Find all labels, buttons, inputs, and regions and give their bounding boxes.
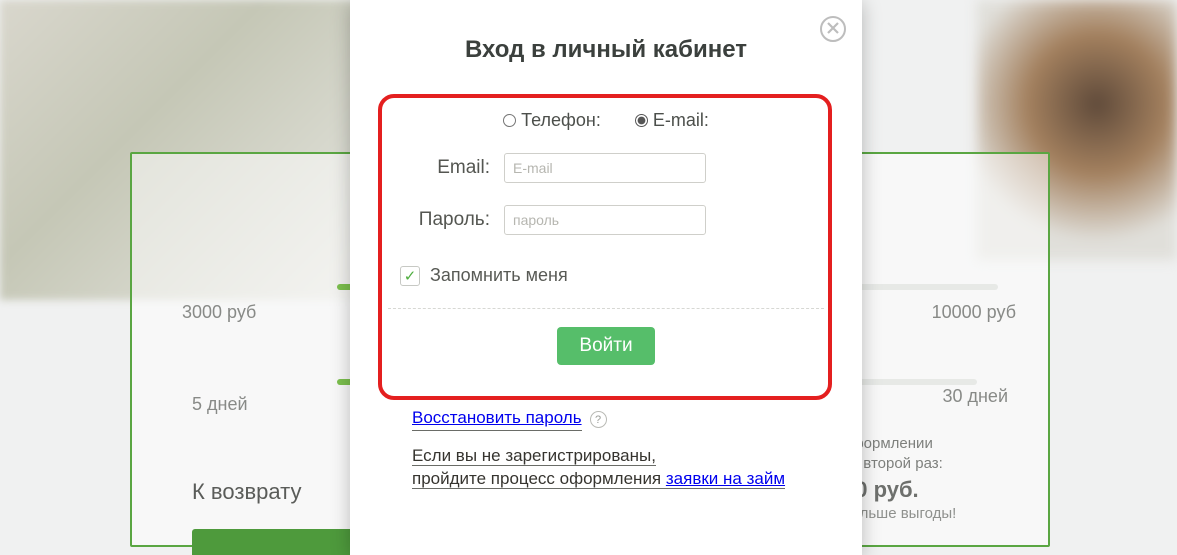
recover-password-row: Восстановить пароль ?	[412, 408, 824, 431]
login-modal: Вход в личный кабинет Телефон: E-mail: E…	[350, 0, 862, 555]
close-button[interactable]	[820, 16, 846, 42]
close-icon	[827, 22, 839, 36]
amount-max-label: 10000 руб	[932, 302, 1016, 323]
aside-price: 20 руб.	[843, 475, 1023, 505]
radio-email-label: E-mail:	[653, 110, 709, 131]
aside-info: оформлении во второй раз: 20 руб. больше…	[843, 434, 1023, 524]
aside-line2: во второй раз:	[843, 454, 1023, 474]
separator	[388, 308, 824, 309]
password-label: Пароль:	[388, 209, 504, 231]
email-row: Email:	[388, 153, 824, 183]
modal-title: Вход в личный кабинет	[350, 36, 862, 64]
login-form: Телефон: E-mail: Email: Пароль: ✓ Запомн…	[388, 100, 824, 365]
password-field[interactable]	[504, 205, 706, 235]
password-row: Пароль:	[388, 205, 824, 235]
login-button[interactable]: Войти	[557, 327, 654, 365]
help-icon[interactable]: ?	[590, 411, 607, 428]
email-label: Email:	[388, 157, 504, 179]
remember-checkbox[interactable]: ✓	[400, 266, 420, 286]
check-icon: ✓	[404, 267, 417, 285]
days-max-label: 30 дней	[942, 386, 1008, 407]
aside-hint: больше выгоды!	[843, 504, 1023, 524]
radio-email-input[interactable]	[635, 114, 648, 127]
register-line2a: пройдите процесс оформления	[412, 469, 666, 488]
email-field[interactable]	[504, 153, 706, 183]
recover-password-link[interactable]: Восстановить пароль	[412, 408, 582, 431]
radio-phone-label: Телефон:	[521, 110, 601, 131]
radio-phone[interactable]: Телефон:	[503, 110, 601, 131]
register-loan-link[interactable]: заявки на займ	[666, 469, 785, 488]
modal-footer: Восстановить пароль ? Если вы не зарегис…	[412, 408, 824, 491]
register-hint: Если вы не зарегистрированы, пройдите пр…	[412, 445, 824, 491]
return-label: К возврату	[192, 479, 301, 505]
login-type-radios: Телефон: E-mail:	[388, 110, 824, 131]
radio-email[interactable]: E-mail:	[635, 110, 709, 131]
register-line1: Если вы не зарегистрированы,	[412, 446, 656, 466]
radio-phone-input[interactable]	[503, 114, 516, 127]
amount-min-label: 3000 руб	[182, 302, 256, 323]
days-min-label: 5 дней	[192, 394, 248, 415]
remember-row[interactable]: ✓ Запомнить меня	[400, 265, 824, 286]
aside-line1: оформлении	[843, 434, 1023, 454]
remember-label: Запомнить меня	[430, 265, 568, 286]
